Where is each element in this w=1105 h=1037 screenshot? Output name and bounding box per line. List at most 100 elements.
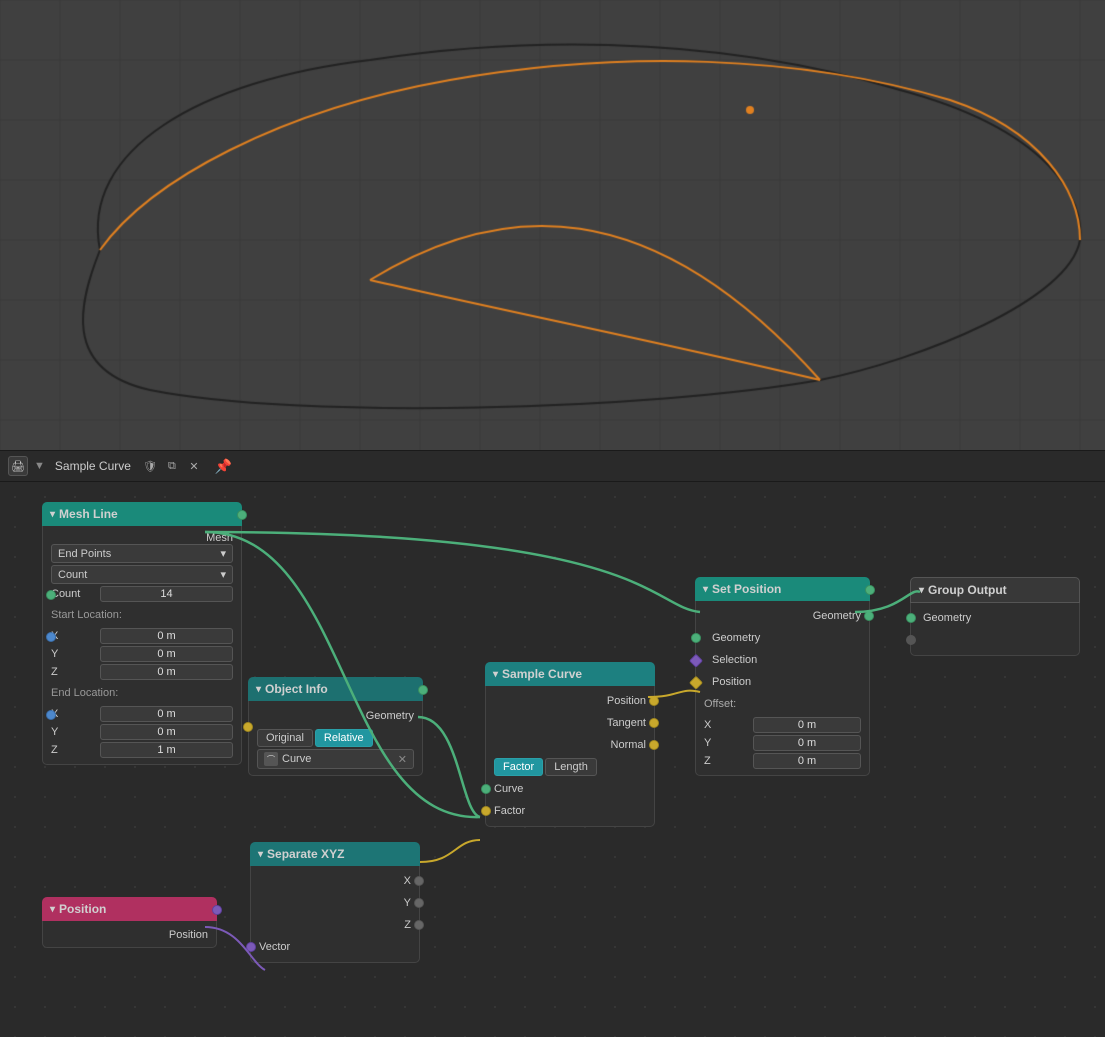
sp-position-socket[interactable] <box>689 676 703 690</box>
sxyz-x-label: X <box>404 875 411 887</box>
group-output-title: Group Output <box>928 583 1007 597</box>
set-position-node: ▾ Set Position Geometry Geometry Selecti… <box>695 577 870 776</box>
sc-curve-input-socket[interactable] <box>481 784 491 794</box>
position-header[interactable]: ▾ Position <box>42 897 217 921</box>
go-geometry-label: Geometry <box>919 612 971 624</box>
sc-factor-input-socket[interactable] <box>481 806 491 816</box>
set-position-output-socket[interactable] <box>865 585 875 595</box>
sp-selection-row: Selection <box>696 649 869 671</box>
dropdown-arrow: ▾ <box>220 547 226 560</box>
original-btn[interactable]: Original <box>257 729 313 747</box>
end-y-row: Y 0 m <box>51 724 233 740</box>
set-position-header[interactable]: ▾ Set Position <box>695 577 870 601</box>
toolbar-icons: 🛡 ⧉ ✕ <box>141 457 203 475</box>
start-z-value[interactable]: 0 m <box>100 664 233 680</box>
object-info-header[interactable]: ▾ Object Info <box>248 677 423 701</box>
separate-xyz-node: ▾ Separate XYZ X Y Z Vector <box>250 842 420 963</box>
mode2-label: Count <box>58 569 87 581</box>
go-extra-socket[interactable] <box>906 635 916 645</box>
sxyz-y-socket[interactable] <box>414 898 424 908</box>
position-output-label: Position <box>169 929 208 941</box>
sp-z-value[interactable]: 0 m <box>753 753 861 769</box>
mesh-label: Mesh <box>206 532 233 544</box>
count-value[interactable]: 14 <box>100 586 233 602</box>
go-extra-row <box>911 629 1079 651</box>
sxyz-vector-socket[interactable] <box>246 942 256 952</box>
sc-position-row: Position <box>486 690 654 712</box>
start-x-socket[interactable] <box>46 632 56 642</box>
sample-curve-header[interactable]: ▾ Sample Curve <box>485 662 655 686</box>
sxyz-y-label: Y <box>404 897 411 909</box>
sp-geom-socket[interactable] <box>864 611 874 621</box>
factor-btn[interactable]: Factor <box>494 758 543 776</box>
sc-tangent-socket[interactable] <box>649 718 659 728</box>
position-node: ▾ Position Position <box>42 897 217 948</box>
sample-curve-title: Sample Curve <box>502 667 582 681</box>
sc-factor-row: Factor <box>486 800 654 822</box>
mode2-dropdown[interactable]: Count ▾ <box>51 565 233 584</box>
sp-offset-label-row: Offset: <box>696 693 869 715</box>
curve-clear-icon[interactable]: ✕ <box>398 753 407 766</box>
factor-length-row: Factor Length <box>494 758 646 776</box>
node-editor[interactable]: ▾ Mesh Line Mesh End Points ▾ Count ▾ Co… <box>0 482 1105 1037</box>
object-info-body: Geometry Original Relative ⌒ Curve ✕ <box>248 701 423 776</box>
sxyz-x-socket[interactable] <box>414 876 424 886</box>
sc-position-socket[interactable] <box>649 696 659 706</box>
end-location-label: End Location: <box>51 687 118 699</box>
separate-xyz-header[interactable]: ▾ Separate XYZ <box>250 842 420 866</box>
pin-icon[interactable]: 📌 <box>215 458 232 475</box>
start-x-value[interactable]: 0 m <box>100 628 233 644</box>
curve-icon: ⌒ <box>264 752 278 766</box>
group-output-header[interactable]: ▾ Group Output <box>910 577 1080 603</box>
mesh-line-header[interactable]: ▾ Mesh Line <box>42 502 242 526</box>
sp-geometry-in-label: Geometry <box>704 632 760 644</box>
count-socket[interactable] <box>46 590 56 600</box>
go-geometry-row: Geometry <box>911 607 1079 629</box>
sc-tangent-row: Tangent <box>486 712 654 734</box>
mesh-line-title: Mesh Line <box>59 507 118 521</box>
end-x-socket[interactable] <box>46 710 56 720</box>
copy-icon[interactable]: ⧉ <box>163 457 181 475</box>
curve-object-row[interactable]: ⌒ Curve ✕ <box>257 749 414 769</box>
sp-geometry-in-row: Geometry <box>696 627 869 649</box>
node-tree-name: Sample Curve <box>55 459 131 473</box>
shield-icon[interactable]: 🛡 <box>141 457 159 475</box>
object-info-title: Object Info <box>265 682 328 696</box>
curve-input-socket[interactable] <box>243 722 253 732</box>
close-icon[interactable]: ✕ <box>185 457 203 475</box>
mesh-output-socket[interactable] <box>237 510 247 520</box>
sp-geometry-out-row: Geometry <box>696 605 869 627</box>
mode1-dropdown[interactable]: End Points ▾ <box>51 544 233 563</box>
sp-x-value[interactable]: 0 m <box>753 717 861 733</box>
sp-position-label: Position <box>704 676 751 688</box>
sc-factor-label: Factor <box>494 805 525 817</box>
sc-normal-socket[interactable] <box>649 740 659 750</box>
sp-geom-in-socket[interactable] <box>691 633 701 643</box>
object-info-geometry-socket[interactable] <box>418 685 428 695</box>
collapse-arrow: ▾ <box>50 509 55 520</box>
mode1-label: End Points <box>58 548 111 560</box>
start-y-value[interactable]: 0 m <box>100 646 233 662</box>
sample-curve-node: ▾ Sample Curve Position Tangent Normal F… <box>485 662 655 827</box>
viewport-3d[interactable] <box>0 0 1105 450</box>
count-row: Count 14 <box>51 586 233 602</box>
geometry-row: Geometry <box>249 705 422 727</box>
printer-icon[interactable]: 🖨 <box>8 456 28 476</box>
sc-normal-label: Normal <box>611 739 646 751</box>
viewport-canvas <box>0 0 1105 450</box>
position-output-socket[interactable] <box>212 905 222 915</box>
end-y-value[interactable]: 0 m <box>100 724 233 740</box>
start-x-row: X 0 m <box>51 628 233 644</box>
end-x-value[interactable]: 0 m <box>100 706 233 722</box>
sxyz-z-socket[interactable] <box>414 920 424 930</box>
set-position-body: Geometry Geometry Selection Position Off… <box>695 601 870 776</box>
go-geometry-socket[interactable] <box>906 613 916 623</box>
relative-btn[interactable]: Relative <box>315 729 373 747</box>
length-btn[interactable]: Length <box>545 758 597 776</box>
sp-position-row: Position <box>696 671 869 693</box>
sp-y-value[interactable]: 0 m <box>753 735 861 751</box>
end-z-value[interactable]: 1 m <box>100 742 233 758</box>
sc-normal-row: Normal <box>486 734 654 756</box>
sp-selection-socket[interactable] <box>689 654 703 668</box>
position-title: Position <box>59 902 106 916</box>
